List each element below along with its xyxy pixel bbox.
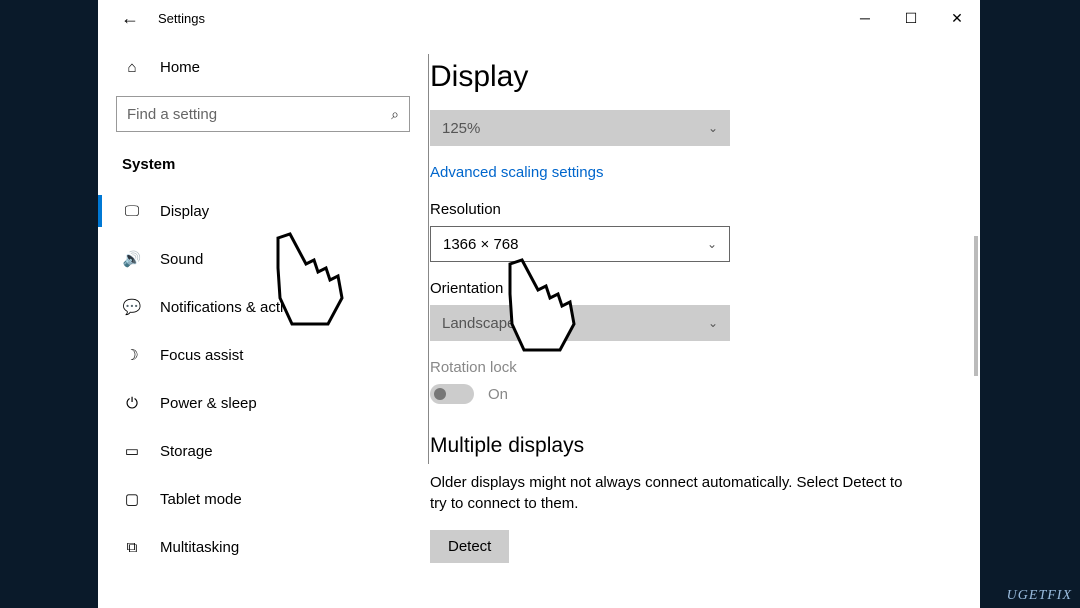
arrow-left-icon: ← [121,8,139,29]
notifications-icon: 💬 [122,298,142,316]
tablet-icon: ▢ [122,490,142,508]
storage-icon: ▭ [122,442,142,460]
sidebar-item-label: Tablet mode [160,491,242,508]
search-icon: ⌕ [391,106,399,123]
sidebar-item-label: Notifications & actions [160,299,308,316]
maximize-icon: ☐ [905,10,918,27]
page-title: Display [430,60,950,94]
chevron-down-icon: ⌄ [708,316,718,330]
content-pane: Display 125% ⌄ Advanced scaling settings… [428,36,980,608]
home-icon: ⌂ [122,59,142,76]
resolution-label: Resolution [430,201,950,218]
chevron-down-icon: ⌄ [707,237,717,251]
home-label: Home [160,59,200,76]
sidebar-item-label: Storage [160,443,213,460]
orientation-dropdown[interactable]: Landscape ⌄ [430,305,730,341]
close-icon: ✕ [951,10,963,27]
sidebar-item-power-sleep[interactable]: ⏻ Power & sleep [98,379,428,427]
sidebar-item-multitasking[interactable]: ⧉ Multitasking [98,523,428,571]
chevron-down-icon: ⌄ [708,121,718,135]
sidebar-item-label: Display [160,203,209,220]
multiple-displays-body: Older displays might not always connect … [430,472,910,514]
sidebar-item-label: Sound [160,251,203,268]
orientation-value: Landscape [442,315,515,332]
multitasking-icon: ⧉ [122,539,142,556]
scale-value: 125% [442,120,480,137]
scale-dropdown[interactable]: 125% ⌄ [430,110,730,146]
detect-button[interactable]: Detect [430,530,509,563]
display-icon: 🖵 [122,203,142,220]
sidebar-item-label: Focus assist [160,347,243,364]
sidebar-item-tablet-mode[interactable]: ▢ Tablet mode [98,475,428,523]
close-button[interactable]: ✕ [934,2,980,34]
sidebar-item-storage[interactable]: ▭ Storage [98,427,428,475]
focus-assist-icon: ☽ [122,346,142,364]
multiple-displays-heading: Multiple displays [430,434,950,458]
titlebar: ← Settings ─ ☐ ✕ [98,0,980,36]
advanced-scaling-link[interactable]: Advanced scaling settings [430,164,950,181]
power-icon: ⏻ [122,395,142,412]
sidebar-item-sound[interactable]: 🔊 Sound [98,235,428,283]
sidebar-category: System [98,150,428,187]
minimize-button[interactable]: ─ [842,2,888,34]
home-nav[interactable]: ⌂ Home [98,46,428,88]
rotation-lock-label: Rotation lock [430,359,950,376]
window-title: Settings [158,11,205,26]
window-body: ⌂ Home Find a setting ⌕ System 🖵 Display… [98,36,980,608]
window-controls: ─ ☐ ✕ [842,2,980,34]
settings-window: ← Settings ─ ☐ ✕ ⌂ Home Find a setting ⌕… [98,0,980,608]
rotation-lock-row: On [430,384,950,404]
search-input[interactable]: Find a setting ⌕ [116,96,410,132]
resolution-dropdown[interactable]: 1366 × 768 ⌄ [430,226,730,262]
rotation-lock-toggle[interactable] [430,384,474,404]
scrollbar[interactable] [974,236,978,376]
sidebar-item-focus-assist[interactable]: ☽ Focus assist [98,331,428,379]
sidebar-item-display[interactable]: 🖵 Display [98,187,428,235]
resolution-value: 1366 × 768 [443,236,519,253]
minimize-icon: ─ [860,10,870,26]
sound-icon: 🔊 [122,250,142,268]
rotation-lock-state: On [488,386,508,403]
search-placeholder: Find a setting [127,106,391,123]
back-button[interactable]: ← [116,4,144,32]
sidebar-item-label: Multitasking [160,539,239,556]
sidebar: ⌂ Home Find a setting ⌕ System 🖵 Display… [98,36,428,608]
orientation-label: Orientation [430,280,950,297]
maximize-button[interactable]: ☐ [888,2,934,34]
sidebar-item-notifications[interactable]: 💬 Notifications & actions [98,283,428,331]
sidebar-item-label: Power & sleep [160,395,257,412]
watermark: UGETFIX [1007,588,1072,604]
